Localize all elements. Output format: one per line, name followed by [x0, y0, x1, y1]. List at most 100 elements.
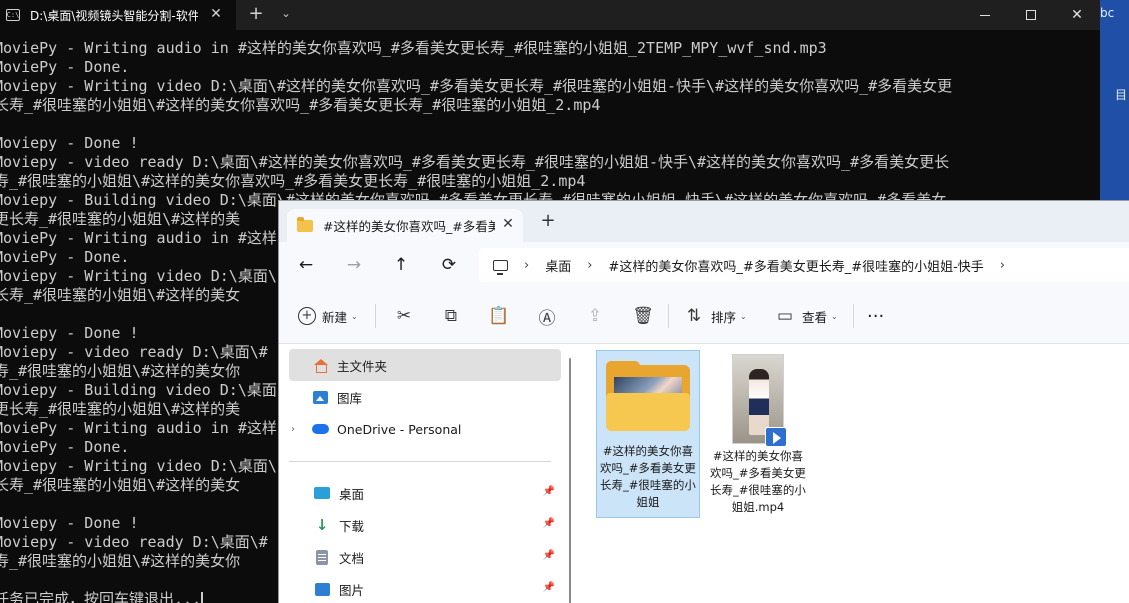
sidebar-item-label: 桌面	[339, 486, 365, 502]
sort-label: 排序	[711, 309, 737, 325]
document-icon	[313, 549, 331, 565]
delete-button[interactable]: 🗑	[632, 304, 654, 328]
copy-button[interactable]: ⧉	[440, 304, 462, 328]
rename-button[interactable]: Ⓐ	[536, 304, 558, 329]
view-button[interactable]: ▭ 查看 ⌄	[774, 304, 838, 328]
explorer-tabbar: #这样的美女你喜欢吗_#多看美女更长寿_#很哇塞的小姐姐-快手 ✕ +	[279, 201, 1129, 242]
command-bar: + 新建 ⌄ ✂ ⧉ 📋 Ⓐ ⇪ 🗑 ⇅ 排序 ⌄ ▭ 查看 ⌄ ···	[279, 288, 1129, 344]
address-bar[interactable]: › 桌面 › #这样的美女你喜欢吗_#多看美女更长寿_#很哇塞的小姐姐-快手 ›	[479, 248, 1129, 282]
sidebar-item-label: 文档	[339, 550, 365, 566]
refresh-button[interactable]: ⟳	[435, 252, 463, 278]
close-window-button[interactable]: ✕	[1054, 0, 1100, 30]
breadcrumb-current-folder[interactable]: #这样的美女你喜欢吗_#多看美女更长寿_#很哇塞的小姐姐-快手	[608, 256, 983, 275]
paste-button[interactable]: 📋	[488, 304, 510, 328]
close-icon: ✕	[1071, 7, 1083, 23]
chevron-right-icon: ›	[587, 257, 593, 273]
file-name: #这样的美女你喜欢吗_#多看美女更长寿_#很哇塞的小姐姐	[600, 444, 696, 509]
video-thumbnail	[732, 354, 787, 447]
terminal-line: Moviepy - video ready D:\桌面\#这样的美女你喜欢吗_#…	[0, 153, 950, 171]
sidebar-item-label: 图库	[337, 390, 363, 406]
chevron-down-icon: ⌄	[740, 311, 747, 321]
close-tab-icon[interactable]: ✕	[499, 216, 517, 232]
cloud-icon	[311, 421, 329, 437]
new-tab-button[interactable]: +	[246, 3, 266, 24]
new-tab-button[interactable]: +	[539, 212, 557, 230]
forward-button[interactable]: →	[340, 252, 368, 278]
pin-icon: 📌	[542, 582, 555, 593]
more-icon: ···	[867, 305, 885, 327]
file-list: #这样的美女你喜欢吗_#多看美女更长寿_#很哇塞的小姐姐 #这样的美女你喜欢吗_…	[571, 344, 1129, 603]
chevron-down-icon: ⌄	[351, 311, 358, 321]
download-icon: ↓	[315, 516, 329, 534]
terminal-line: 寿_#很哇塞的小姐姐\#这样的美女你喜欢吗_#多看美女更长寿_#很哇塞的小姐姐_…	[0, 172, 586, 190]
sidebar-item-pictures[interactable]: 图片 📌	[289, 573, 561, 603]
breadcrumb-desktop[interactable]: 桌面	[545, 256, 571, 275]
sort-button[interactable]: ⇅ 排序 ⌄	[683, 304, 747, 328]
explorer-tab[interactable]: #这样的美女你喜欢吗_#多看美女更长寿_#很哇塞的小姐姐-快手 ✕	[287, 209, 523, 242]
new-label: 新建	[322, 309, 348, 325]
explorer-content: 主文件夹 图库 › OneDrive - Personal 桌面 📌 ↓ 下载 …	[279, 344, 1129, 603]
gallery-icon	[311, 389, 329, 405]
terminal-tab[interactable]: C:\ D:\桌面\视频镜头智能分割-软件 ✕	[0, 0, 236, 30]
toolbar-divider	[853, 304, 854, 328]
back-button[interactable]: ←	[292, 252, 320, 278]
video-file-icon	[765, 427, 787, 447]
desktop-edge-label: 目	[1115, 88, 1128, 102]
pin-icon: 📌	[542, 486, 555, 497]
sort-icon: ⇅	[686, 306, 702, 326]
trash-icon: 🗑	[632, 306, 654, 326]
scissors-icon: ✂	[396, 306, 412, 326]
sidebar-item-desktop[interactable]: 桌面 📌	[289, 477, 561, 509]
pin-icon: 📌	[542, 550, 555, 561]
terminal-titlebar: C:\ D:\桌面\视频镜头智能分割-软件 ✕ + ⌄ ✕	[0, 0, 1100, 30]
terminal-line: 长寿_#很哇塞的小姐姐\#这样的美女你喜欢吗_#多看美女更长寿_#很哇塞的小姐姐…	[0, 96, 601, 114]
terminal-line: Moviepy - Writing video D:\桌面\#这样的美女你喜欢吗…	[0, 77, 953, 95]
sidebar-item-onedrive[interactable]: › OneDrive - Personal	[289, 413, 561, 445]
sidebar-divider	[289, 461, 551, 462]
file-explorer-window: #这样的美女你喜欢吗_#多看美女更长寿_#很哇塞的小姐姐-快手 ✕ + ← → …	[278, 200, 1129, 603]
minimize-button[interactable]	[962, 0, 1008, 30]
text-cursor	[201, 592, 204, 603]
minimize-icon	[980, 14, 990, 16]
pin-icon: 📌	[542, 518, 555, 529]
chevron-down-icon: ⌄	[831, 311, 838, 321]
share-button[interactable]: ⇪	[584, 304, 606, 328]
pictures-icon	[313, 581, 331, 597]
sidebar-item-label: 下载	[339, 518, 365, 534]
maximize-icon	[1026, 10, 1036, 20]
cut-button[interactable]: ✂	[393, 304, 415, 328]
sidebar-item-label: 主文件夹	[337, 358, 388, 374]
close-tab-icon[interactable]: ✕	[208, 6, 224, 22]
sidebar-item-gallery[interactable]: 图库	[289, 381, 561, 413]
clipboard-icon: 📋	[488, 306, 510, 326]
view-label: 查看	[802, 309, 828, 325]
sidebar-item-home[interactable]: 主文件夹	[289, 349, 561, 381]
up-button[interactable]: ↑	[387, 252, 415, 278]
file-name: #这样的美女你喜欢吗_#多看美女更长寿_#很哇塞的小姐姐.mp4	[710, 449, 806, 514]
home-icon	[311, 357, 329, 373]
folder-item[interactable]: #这样的美女你喜欢吗_#多看美女更长寿_#很哇塞的小姐姐	[596, 350, 700, 518]
desktop-edge-text: bc	[1100, 6, 1115, 20]
chevron-right-icon[interactable]: ›	[291, 424, 295, 435]
terminal-line: Moviepy - Done !	[0, 134, 139, 152]
folder-icon	[297, 216, 313, 232]
view-icon: ▭	[776, 306, 794, 326]
navigation-pane: 主文件夹 图库 › OneDrive - Personal 桌面 📌 ↓ 下载 …	[279, 344, 569, 603]
tab-dropdown-icon[interactable]: ⌄	[278, 7, 294, 20]
toolbar-divider	[375, 304, 376, 328]
video-file-item[interactable]: #这样的美女你喜欢吗_#多看美女更长寿_#很哇塞的小姐姐.mp4	[706, 350, 810, 518]
new-button[interactable]: + 新建 ⌄	[298, 304, 358, 328]
maximize-button[interactable]	[1008, 0, 1054, 30]
sidebar-item-documents[interactable]: 文档 📌	[289, 541, 561, 573]
sidebar-item-label: 图片	[339, 582, 365, 598]
desktop-background: bc 目	[1100, 0, 1129, 200]
share-icon: ⇪	[587, 306, 603, 326]
folder-thumbnail-icon	[606, 361, 690, 431]
navigation-bar: ← → ↑ ⟳ › 桌面 › #这样的美女你喜欢吗_#多看美女更长寿_#很哇塞的…	[279, 242, 1129, 288]
rename-icon: Ⓐ	[538, 308, 556, 329]
chevron-right-icon: ›	[524, 257, 530, 273]
chevron-right-icon[interactable]: ›	[1000, 258, 1005, 273]
more-options-button[interactable]: ···	[867, 304, 884, 328]
sidebar-item-downloads[interactable]: ↓ 下载 📌	[289, 509, 561, 541]
